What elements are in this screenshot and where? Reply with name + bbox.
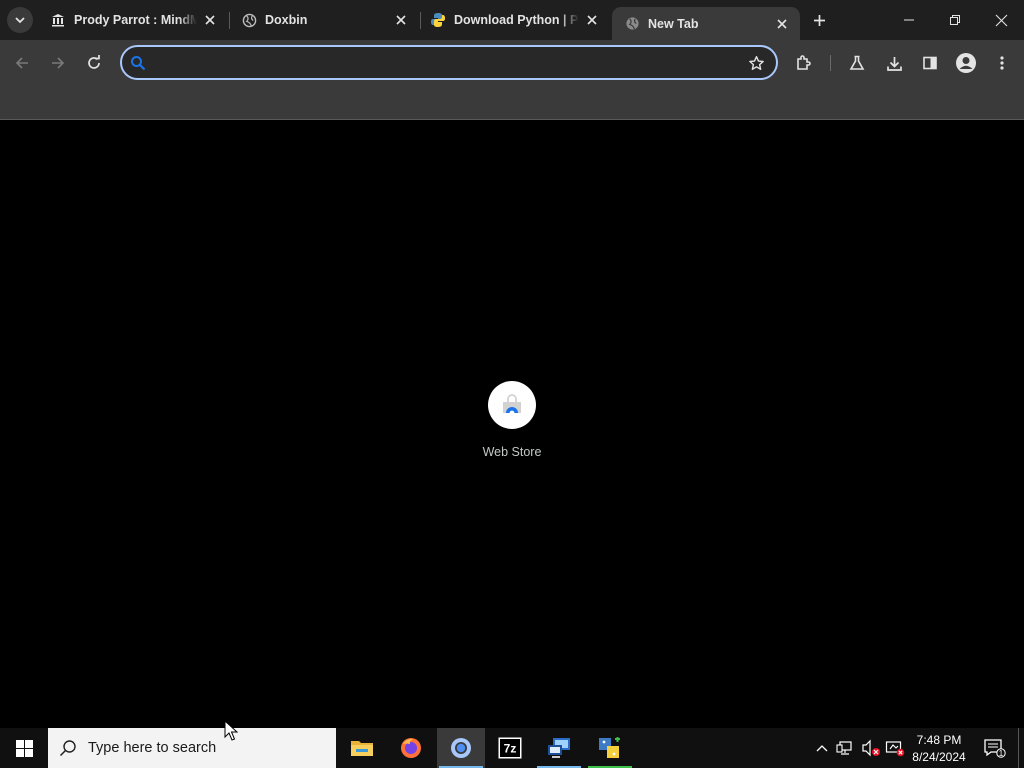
tab-title: Prody Parrot : MindMo — [74, 13, 197, 27]
side-panel-button[interactable] — [917, 50, 943, 76]
close-icon[interactable] — [583, 11, 601, 29]
flask-icon — [849, 55, 865, 70]
new-tab-page: Web Store — [0, 121, 1024, 728]
search-icon — [129, 54, 147, 72]
show-hidden-icons-button[interactable] — [812, 728, 832, 768]
remote-desktop-icon[interactable] — [535, 728, 583, 768]
tab-title: Doxbin — [265, 13, 308, 27]
download-icon — [886, 56, 902, 71]
mouse-cursor-icon — [224, 720, 238, 741]
bookmark-star-icon[interactable] — [746, 53, 766, 73]
clock-time: 7:48 PM — [916, 733, 962, 747]
volume-muted-icon[interactable] — [859, 728, 883, 768]
side-panel-icon — [923, 56, 937, 70]
minimize-icon — [904, 19, 914, 21]
back-button[interactable] — [9, 50, 35, 76]
tab-title: Download Python | Py — [454, 13, 579, 27]
address-bar[interactable] — [120, 45, 778, 80]
minimize-button[interactable] — [886, 0, 932, 40]
tab-title: New Tab — [648, 16, 699, 31]
close-icon[interactable] — [773, 15, 791, 33]
shortcut-label: Web Store — [482, 445, 542, 459]
reload-icon — [88, 55, 100, 69]
search-icon — [58, 738, 78, 758]
building-columns-icon — [50, 12, 66, 28]
plus-icon — [813, 14, 825, 26]
tab-doxbin[interactable]: Doxbin — [229, 0, 419, 40]
chrome-icon[interactable] — [437, 728, 485, 768]
web-store-icon — [488, 381, 536, 429]
taskbar: Type here to search 7z 7:48 PM 8/24/2024… — [0, 728, 1024, 768]
7zip-icon[interactable]: 7z — [486, 728, 534, 768]
downloads-button[interactable] — [881, 50, 907, 76]
chevron-up-icon — [816, 745, 828, 752]
clock[interactable]: 7:48 PM 8/24/2024 — [906, 730, 972, 768]
close-icon[interactable] — [201, 11, 219, 29]
file-explorer-icon[interactable] — [338, 728, 386, 768]
arrow-right-icon — [52, 57, 65, 69]
network-icon[interactable] — [834, 728, 858, 768]
extensions-button[interactable] — [791, 50, 817, 76]
labs-button[interactable] — [844, 50, 870, 76]
tab-search-button[interactable] — [7, 7, 33, 33]
globe-icon — [624, 16, 640, 32]
close-icon[interactable] — [392, 11, 410, 29]
shortcut-web-store[interactable]: Web Store — [472, 381, 552, 471]
python-icon — [430, 12, 446, 28]
arrow-left-icon — [15, 57, 28, 69]
taskbar-search-box[interactable]: Type here to search — [48, 728, 336, 768]
tab-prody-parrot[interactable]: Prody Parrot : MindMo — [38, 0, 228, 40]
bookmarks-bar — [0, 86, 1024, 120]
menu-button[interactable] — [989, 50, 1015, 76]
tab-download-python[interactable]: Download Python | Py — [418, 0, 610, 40]
action-center-alert-icon[interactable] — [883, 728, 907, 768]
chevron-down-icon — [15, 17, 25, 24]
new-tab-button[interactable] — [808, 9, 830, 31]
globe-icon — [241, 12, 257, 28]
restore-icon — [950, 15, 960, 25]
forward-button[interactable] — [45, 50, 71, 76]
more-vert-icon — [1000, 56, 1004, 70]
show-desktop-button[interactable] — [1018, 728, 1019, 768]
profile-button[interactable] — [953, 50, 979, 76]
close-window-button[interactable] — [978, 0, 1024, 40]
windows-logo-icon — [15, 739, 33, 757]
firefox-icon[interactable] — [387, 728, 435, 768]
puzzle-icon — [797, 55, 811, 70]
clock-date: 8/24/2024 — [912, 750, 966, 764]
toolbar-separator — [830, 55, 831, 71]
notification-count: 1 — [998, 749, 1004, 758]
start-button[interactable] — [0, 728, 48, 768]
close-icon — [995, 14, 1007, 26]
restore-button[interactable] — [932, 0, 978, 40]
tab-new-tab[interactable]: New Tab — [612, 7, 800, 40]
notifications-button[interactable]: 1 — [980, 728, 1010, 768]
address-input[interactable] — [158, 51, 738, 74]
python-installer-icon[interactable] — [586, 728, 634, 768]
svg-text:7z: 7z — [504, 742, 517, 756]
taskbar-search-placeholder: Type here to search — [88, 740, 217, 756]
tab-strip: Prody Parrot : MindMo Doxbin Download Py… — [0, 0, 1024, 40]
avatar-icon — [956, 53, 976, 73]
reload-button[interactable] — [81, 50, 107, 76]
